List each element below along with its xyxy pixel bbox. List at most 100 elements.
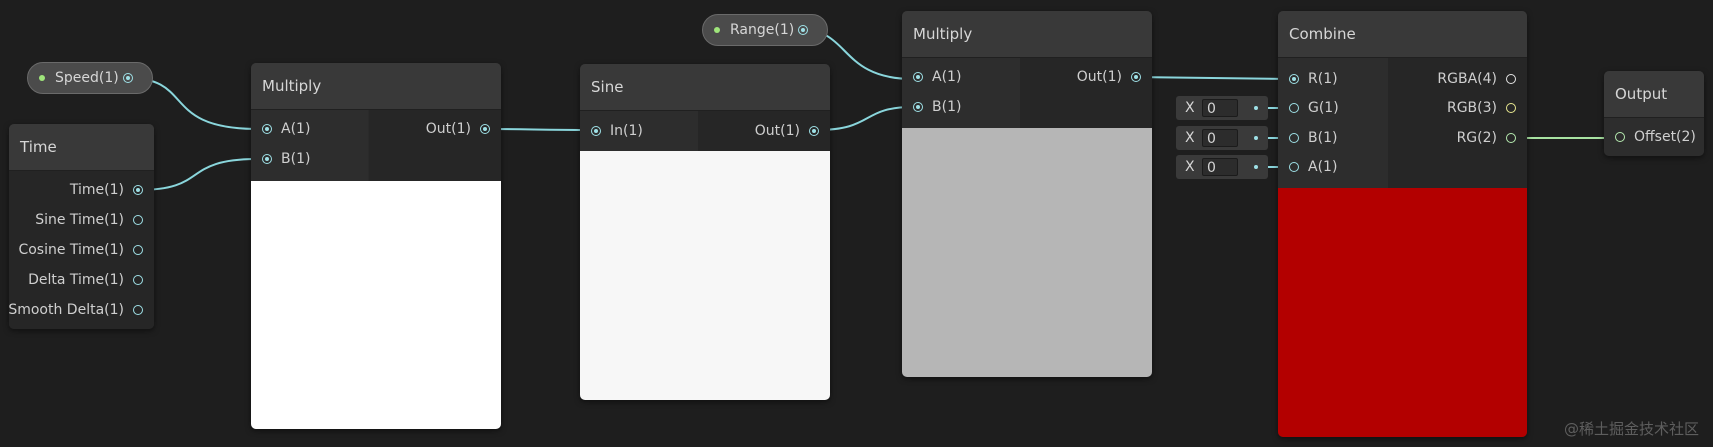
out-output-port[interactable]: [809, 126, 819, 136]
offset-input-port[interactable]: [1615, 132, 1625, 142]
sine-time-output-port[interactable]: [133, 215, 143, 225]
slot-label: A(1): [281, 121, 311, 137]
slot-label: Cosine Time(1): [18, 242, 124, 258]
default-connector-dot: [1254, 106, 1258, 110]
output-slot-smooth-delta[interactable]: Smooth Delta(1): [8, 299, 154, 321]
speed-property-node[interactable]: Speed(1): [27, 62, 153, 94]
slot-label: Out(1): [425, 121, 471, 137]
slot-label: R(1): [1308, 71, 1338, 87]
output-slot-delta-time[interactable]: Delta Time(1): [28, 269, 154, 291]
a-input-port[interactable]: [262, 124, 272, 134]
b-default-field[interactable]: 0: [1202, 129, 1238, 147]
output-slot-out[interactable]: Out(1): [1077, 66, 1152, 88]
time-node[interactable]: Time Time(1) Sine Time(1) Cosine Time(1)…: [8, 124, 154, 329]
combine-g-default[interactable]: X 0: [1176, 96, 1268, 120]
property-indicator-dot: [39, 75, 45, 81]
output-slot-time[interactable]: Time(1): [70, 179, 154, 201]
out-output-port[interactable]: [1131, 72, 1141, 82]
delta-time-output-port[interactable]: [133, 275, 143, 285]
r-input-port[interactable]: [1289, 74, 1299, 84]
sine-node-preview: [580, 151, 830, 400]
out-output-port[interactable]: [480, 124, 490, 134]
combine-b-default[interactable]: X 0: [1176, 126, 1268, 150]
sine-node-inputs: In(1): [580, 111, 698, 151]
input-slot-r[interactable]: R(1): [1278, 68, 1338, 90]
default-connector-dot: [1254, 165, 1258, 169]
time-output-port[interactable]: [133, 185, 143, 195]
output-slot-sine-time[interactable]: Sine Time(1): [35, 209, 154, 231]
a-input-port[interactable]: [913, 72, 923, 82]
multiply-node-2-title[interactable]: Multiply: [902, 11, 1152, 58]
slot-label: In(1): [610, 123, 643, 139]
rgb-output-port[interactable]: [1506, 103, 1516, 113]
range-output-port[interactable]: [798, 25, 808, 35]
slot-label: Out(1): [754, 123, 800, 139]
g-input-port[interactable]: [1289, 103, 1299, 113]
input-slot-b[interactable]: B(1): [251, 148, 310, 170]
multiply-node-2[interactable]: Multiply A(1) B(1) Out(1): [902, 11, 1152, 377]
output-slot-rgba[interactable]: RGBA(4): [1437, 68, 1527, 90]
speed-output-port[interactable]: [123, 73, 133, 83]
output-slot-cosine-time[interactable]: Cosine Time(1): [18, 239, 154, 261]
combine-node[interactable]: Combine R(1) G(1) B(1) A(1) RGBA(4) RGB(…: [1278, 11, 1527, 437]
g-default-field[interactable]: 0: [1202, 99, 1238, 117]
smooth-delta-output-port[interactable]: [133, 305, 143, 315]
slot-label: Offset(2): [1634, 129, 1696, 145]
range-property-node[interactable]: Range(1): [702, 14, 828, 46]
combine-node-title[interactable]: Combine: [1278, 11, 1527, 58]
combine-node-preview: [1278, 188, 1527, 437]
output-slot-rgb[interactable]: RGB(3): [1447, 97, 1527, 119]
multiply-node-1-title[interactable]: Multiply: [251, 63, 501, 110]
a-input-port[interactable]: [1289, 162, 1299, 172]
input-slot-b[interactable]: B(1): [1278, 127, 1337, 149]
b-input-port[interactable]: [913, 102, 923, 112]
multiply-node-1[interactable]: Multiply A(1) B(1) Out(1): [251, 63, 501, 429]
b-input-port[interactable]: [1289, 133, 1299, 143]
output-slot-out[interactable]: Out(1): [426, 118, 501, 140]
wire-sine-to-multiply-b: [815, 106, 914, 131]
input-slot-a[interactable]: A(1): [902, 66, 961, 88]
slot-label: B(1): [932, 99, 962, 115]
sine-node-title[interactable]: Sine: [580, 64, 830, 111]
input-slot-a[interactable]: A(1): [1278, 156, 1337, 178]
input-slot-b[interactable]: B(1): [902, 96, 961, 118]
output-slot-rg[interactable]: RG(2): [1457, 127, 1527, 149]
property-indicator-dot: [714, 27, 720, 33]
in-input-port[interactable]: [591, 126, 601, 136]
rgba-output-port[interactable]: [1506, 74, 1516, 84]
slot-label: G(1): [1308, 100, 1339, 116]
slot-label: B(1): [281, 151, 311, 167]
input-slot-a[interactable]: A(1): [251, 118, 310, 140]
time-node-title[interactable]: Time: [9, 124, 154, 171]
slot-label: B(1): [1308, 130, 1338, 146]
output-node-title[interactable]: Output: [1604, 71, 1704, 118]
a-default-field[interactable]: 0: [1202, 158, 1238, 176]
slot-label: A(1): [932, 69, 962, 85]
wire-multiply-to-sine: [484, 128, 595, 131]
input-slot-in[interactable]: In(1): [580, 120, 643, 142]
b-input-port[interactable]: [262, 154, 272, 164]
output-node[interactable]: Output Offset(2): [1604, 71, 1704, 156]
speed-property-label: Speed(1): [55, 70, 119, 86]
combine-a-default[interactable]: X 0: [1176, 155, 1268, 179]
slot-label: Time(1): [69, 182, 124, 198]
time-node-outputs: Time(1) Sine Time(1) Cosine Time(1) Delt…: [8, 171, 154, 329]
rg-output-port[interactable]: [1506, 133, 1516, 143]
slot-label: RG(2): [1456, 130, 1497, 146]
input-slot-offset[interactable]: Offset(2): [1604, 126, 1696, 148]
slot-label: Out(1): [1076, 69, 1122, 85]
watermark: @稀土掘金技术社区: [1563, 420, 1699, 438]
multiply-node-1-preview: [251, 181, 501, 429]
cosine-time-output-port[interactable]: [133, 245, 143, 255]
range-property-label: Range(1): [730, 22, 795, 38]
default-connector-dot: [1254, 136, 1258, 140]
wire-time-to-multiply-b: [137, 158, 259, 191]
multiply-node-2-outputs: Out(1): [1020, 58, 1152, 128]
output-slot-out[interactable]: Out(1): [755, 120, 830, 142]
wire-multiply-to-combine-r: [1136, 76, 1293, 80]
multiply-node-2-preview: [902, 128, 1152, 377]
input-slot-g[interactable]: G(1): [1278, 97, 1339, 119]
multiply-node-2-inputs: A(1) B(1): [902, 58, 1020, 128]
sine-node[interactable]: Sine In(1) Out(1): [580, 64, 830, 400]
default-axis-label: X: [1185, 130, 1195, 146]
